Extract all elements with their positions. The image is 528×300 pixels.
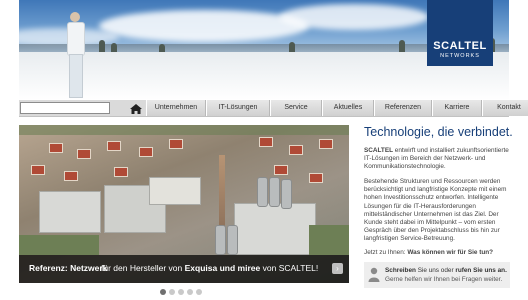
contact-line-2: Gerne helfen wir Ihnen bei Fragen weiter… xyxy=(385,276,503,283)
house xyxy=(49,143,63,153)
silo xyxy=(257,177,268,207)
house xyxy=(289,145,303,155)
silo xyxy=(215,225,226,255)
search-input[interactable] xyxy=(20,102,110,114)
trees-area xyxy=(19,235,99,255)
tab-service[interactable]: Service xyxy=(270,100,322,116)
tab-aktuelles[interactable]: Aktuelles xyxy=(322,100,374,116)
house xyxy=(139,147,153,157)
factory-building xyxy=(149,177,201,205)
trees-area xyxy=(19,125,349,135)
house xyxy=(64,171,78,181)
slider-pagination xyxy=(160,289,202,295)
caption-text: für den Hersteller von Exquisa und miree… xyxy=(101,263,319,273)
house xyxy=(319,139,333,149)
house xyxy=(169,139,183,149)
main-navigation: Unternehmen IT-Lösungen Service Aktuelle… xyxy=(19,100,528,117)
person-figure xyxy=(67,12,85,98)
contact-box[interactable]: Schreiben Sie uns oder rufen Sie uns an.… xyxy=(364,262,510,288)
logo-subtitle: NETWORKS xyxy=(440,53,480,59)
slider-caption: Referenz: Netzwerk für den Hersteller vo… xyxy=(19,255,349,283)
house xyxy=(107,141,121,151)
scaltel-logo[interactable]: SCALTEL NETWORKS xyxy=(427,0,493,66)
house xyxy=(309,173,323,183)
slider-dot[interactable] xyxy=(178,289,184,295)
contact-line-1: Schreiben Sie uns oder rufen Sie uns an. xyxy=(385,267,507,274)
write-link[interactable]: Schreiben xyxy=(385,267,416,274)
home-icon[interactable] xyxy=(129,102,143,114)
person-icon xyxy=(368,267,380,282)
slider-dot[interactable] xyxy=(187,289,193,295)
reference-slider-image[interactable]: Referenz: Netzwerk für den Hersteller vo… xyxy=(19,125,349,283)
cloud xyxy=(279,4,429,30)
nav-tabs: Unternehmen IT-Lösungen Service Aktuelle… xyxy=(146,100,528,116)
tree xyxy=(111,43,117,52)
logo-name: SCALTEL xyxy=(433,40,487,52)
slider-dot[interactable] xyxy=(196,289,202,295)
tab-unternehmen[interactable]: Unternehmen xyxy=(146,100,206,116)
call-to-action: Jetzt zu Ihnen: Was können wir für Sie t… xyxy=(364,249,494,256)
tree xyxy=(99,40,105,52)
slider-next-button[interactable]: › xyxy=(332,263,343,274)
structure-paragraph: Bestehende Strukturen und Ressourcen wer… xyxy=(364,178,507,243)
cloud xyxy=(99,10,309,42)
silo xyxy=(269,177,280,207)
call-link[interactable]: rufen Sie uns an. xyxy=(455,267,507,274)
tab-referenzen[interactable]: Referenzen xyxy=(374,100,432,116)
slider-dot[interactable] xyxy=(169,289,175,295)
house xyxy=(274,165,288,175)
house xyxy=(259,137,273,147)
factory-building xyxy=(234,203,316,255)
tree xyxy=(399,40,405,52)
silo xyxy=(227,225,238,255)
house xyxy=(31,165,45,175)
chimney xyxy=(219,155,225,235)
caption-title: Referenz: Netzwerk xyxy=(29,263,108,273)
page-title: Technologie, die verbindet. xyxy=(364,125,513,139)
tab-kontakt[interactable]: Kontakt xyxy=(482,100,528,116)
tree xyxy=(289,42,295,52)
silo xyxy=(281,179,292,209)
tab-it-loesungen[interactable]: IT-Lösungen xyxy=(206,100,270,116)
tab-karriere[interactable]: Karriere xyxy=(432,100,482,116)
tree xyxy=(159,44,165,52)
trees-area xyxy=(309,225,349,255)
factory-building xyxy=(39,191,101,233)
house xyxy=(114,167,128,177)
header-banner: SCALTEL NETWORKS xyxy=(19,0,509,100)
intro-paragraph: SCALTEL entwirft und installiert zukunft… xyxy=(364,147,509,171)
house xyxy=(77,149,91,159)
slider-dot[interactable] xyxy=(160,289,166,295)
